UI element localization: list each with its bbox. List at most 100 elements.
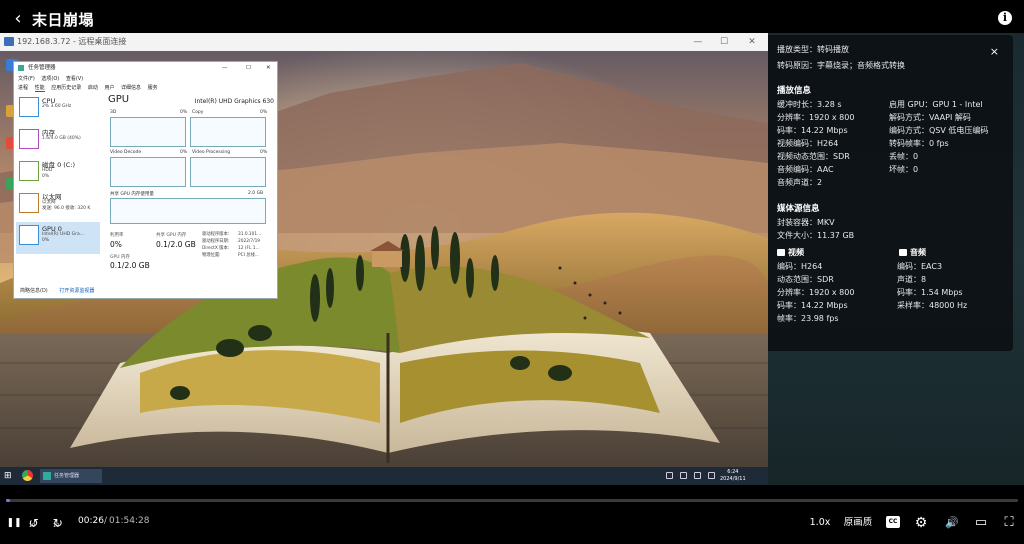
close-icon[interactable]: × bbox=[990, 45, 999, 58]
playback-info-left: 缓冲时长：3.28 s 分辨率：1920 x 800 码率：14.22 Mbps 视频… bbox=[777, 98, 854, 189]
sidebar-thumbnail bbox=[19, 129, 39, 149]
progress-bar[interactable] bbox=[6, 499, 1018, 502]
picture-in-picture-icon[interactable]: ▭ bbox=[972, 514, 990, 532]
meta-value: PCI 总线... bbox=[238, 253, 259, 258]
chrome-icon[interactable] bbox=[22, 470, 33, 481]
tab-details[interactable]: 详细信息 bbox=[121, 85, 141, 91]
info-line: 音频声道：2 bbox=[777, 178, 823, 187]
info-icon[interactable]: i bbox=[998, 11, 1012, 25]
sidebar-item-sub: Intel(R) UHD Gra... 0% bbox=[42, 232, 84, 243]
open-resource-monitor-link[interactable]: 打开资源监视器 bbox=[59, 288, 94, 294]
current-time: 00:26 bbox=[78, 516, 104, 526]
rewind-10-icon[interactable]: ↺10 bbox=[28, 514, 46, 532]
graph-shared-memory bbox=[110, 198, 266, 224]
playback-speed-button[interactable]: 1.0x bbox=[808, 514, 832, 532]
media-source-heading: 媒体源信息 bbox=[777, 204, 820, 214]
audio-icon bbox=[899, 249, 907, 256]
graph-pct-video-processing: 0% bbox=[260, 150, 268, 155]
gpu-panel: GPU Intel(R) UHD Graphics 630 3D 0% Copy… bbox=[108, 94, 276, 294]
video-frame[interactable]: 192.168.3.72 - 远程桌面连接 — ☐ ✕ 任务管理器 — ☐ ✕ … bbox=[0, 33, 768, 485]
tab-app-history[interactable]: 应用历史记录 bbox=[51, 85, 81, 91]
rdp-close-button[interactable]: ✕ bbox=[742, 33, 762, 51]
meta-key: 驱动程序版本: bbox=[202, 232, 230, 237]
sidebar-item-memory[interactable]: 内存 1.6/4.0 GB (40%) bbox=[16, 126, 100, 158]
media-source-lines: 封装容器：MKV 文件大小：11.37 GB bbox=[777, 216, 854, 242]
info-line: 封装容器：MKV bbox=[777, 218, 835, 227]
meta-key: 物理位置: bbox=[202, 253, 221, 258]
menu-options[interactable]: 选项(O) bbox=[41, 76, 59, 82]
info-line: 码率：1.54 Mbps bbox=[897, 288, 963, 297]
meta-key: 驱动程序日期: bbox=[202, 239, 230, 244]
clock-time: 6:24 bbox=[727, 469, 739, 475]
meta-value: 2022/7/19 bbox=[238, 239, 261, 244]
info-line: 分辨率：1920 x 800 bbox=[777, 113, 855, 122]
rdp-restore-button[interactable]: ☐ bbox=[714, 33, 734, 51]
sidebar-thumbnail bbox=[19, 97, 39, 117]
info-line: 编码：EAC3 bbox=[897, 262, 943, 271]
tab-users[interactable]: 用户 bbox=[104, 85, 114, 91]
graph-label-video-processing: Video Processing bbox=[192, 150, 231, 155]
video-section-heading: 视频 bbox=[777, 247, 804, 258]
info-line: 音频编码：AAC bbox=[777, 165, 834, 174]
sidebar-thumbnail bbox=[19, 193, 39, 213]
volume-tray-icon[interactable] bbox=[694, 472, 701, 479]
tray-icon[interactable] bbox=[666, 472, 673, 479]
shared-memory-label: 共享 GPU 内存使用量 bbox=[110, 192, 154, 197]
info-line: 分辨率：1920 x 800 bbox=[777, 288, 855, 297]
ime-icon[interactable] bbox=[708, 472, 715, 479]
brief-info-link[interactable]: 简略信息(D) bbox=[20, 288, 48, 294]
info-line: 文件大小：11.37 GB bbox=[777, 231, 855, 240]
sidebar-thumbnail bbox=[19, 225, 39, 245]
sidebar-item-ethernet[interactable]: 以太网 以太网 发送: 96.0 接收: 320 K bbox=[16, 190, 100, 222]
gpu-model: Intel(R) UHD Graphics 630 bbox=[194, 98, 274, 105]
task-manager-menu: 文件(F) 选项(O) 查看(V) bbox=[18, 75, 88, 82]
info-line: 缓冲时长：3.28 s bbox=[777, 100, 842, 109]
volume-icon[interactable]: 🔊 bbox=[942, 514, 962, 532]
quality-button[interactable]: 原画质 bbox=[840, 514, 876, 532]
sidebar-item-cpu[interactable]: CPU 2% 3.60 GHz bbox=[16, 94, 100, 126]
playback-info-right: 启用 GPU：GPU 1 - Intel 解码方式：VAAPI 解码 编码方式：QS… bbox=[889, 98, 988, 176]
taskbar-clock[interactable]: 6:24 2024/9/11 bbox=[720, 469, 746, 483]
gpu-memory-value: 0.1/2.0 GB bbox=[110, 261, 150, 270]
remote-taskbar: ⊞ 任务管理器 6:24 2024/9/11 bbox=[0, 467, 768, 485]
progress-fill bbox=[6, 499, 11, 502]
tab-services[interactable]: 服务 bbox=[148, 85, 158, 91]
menu-view[interactable]: 查看(V) bbox=[66, 76, 83, 82]
remote-desktop-icon bbox=[4, 37, 14, 46]
info-line: 编码：H264 bbox=[777, 262, 823, 271]
task-manager-window[interactable]: 任务管理器 — ☐ ✕ 文件(F) 选项(O) 查看(V) 进程 性能 应用历史… bbox=[13, 61, 278, 299]
task-manager-footer: 简略信息(D) 打开资源监视器 bbox=[20, 287, 94, 294]
graph-label-video-decode: Video Decode bbox=[110, 150, 142, 155]
driver-meta-values: 31.0.101... 2022/7/19 12 (FL 1... PCI 总线… bbox=[238, 231, 261, 259]
taskbar-task-manager[interactable]: 任务管理器 bbox=[40, 469, 102, 483]
sidebar-item-sub: 2% 3.60 GHz bbox=[42, 104, 72, 109]
pause-icon[interactable]: ❚❚ bbox=[6, 514, 22, 532]
tab-processes[interactable]: 进程 bbox=[18, 85, 28, 91]
meta-value: 31.0.101... bbox=[238, 232, 262, 237]
forward-10-icon[interactable]: ↻10 bbox=[52, 514, 70, 532]
player-controls: ❚❚ ↺10 ↻10 00:26 / 01:54:28 1.0x 原画质 CC … bbox=[0, 510, 1024, 536]
meta-value: 12 (FL 1... bbox=[238, 246, 260, 251]
tm-restore-button[interactable]: ☐ bbox=[246, 62, 251, 74]
playback-info-panel: × 播放类型：转码播放 转码原因：字幕烧录；音频格式转换 播放信息 缓冲时长：3… bbox=[768, 35, 1013, 351]
sidebar-item-disk[interactable]: 磁盘 0 (C:) HDD 0% bbox=[16, 158, 100, 190]
task-manager-titlebar: 任务管理器 — ☐ ✕ bbox=[14, 62, 277, 74]
info-line: 启用 GPU：GPU 1 - Intel bbox=[889, 100, 983, 109]
graph-pct-3d: 0% bbox=[180, 110, 188, 115]
sidebar-item-gpu[interactable]: GPU 0 Intel(R) UHD Gra... 0% bbox=[16, 222, 100, 254]
tm-close-button[interactable]: ✕ bbox=[266, 62, 271, 74]
subtitles-icon[interactable]: CC bbox=[886, 516, 900, 528]
tm-minimize-button[interactable]: — bbox=[222, 62, 228, 74]
menu-file[interactable]: 文件(F) bbox=[18, 76, 35, 82]
info-line: 码率：14.22 Mbps bbox=[777, 301, 848, 310]
network-icon[interactable] bbox=[680, 472, 687, 479]
sidebar-thumbnail bbox=[19, 161, 39, 181]
tab-startup[interactable]: 启动 bbox=[88, 85, 98, 91]
rdp-minimize-button[interactable]: — bbox=[688, 33, 708, 51]
clock-date: 2024/9/11 bbox=[720, 476, 746, 482]
fullscreen-icon[interactable]: ⛶ bbox=[1000, 514, 1018, 532]
settings-icon[interactable]: ⚙ bbox=[912, 514, 930, 532]
windows-start-icon[interactable]: ⊞ bbox=[4, 471, 14, 481]
back-arrow-icon[interactable]: ‹ bbox=[8, 8, 28, 30]
tab-performance[interactable]: 性能 bbox=[34, 85, 45, 92]
